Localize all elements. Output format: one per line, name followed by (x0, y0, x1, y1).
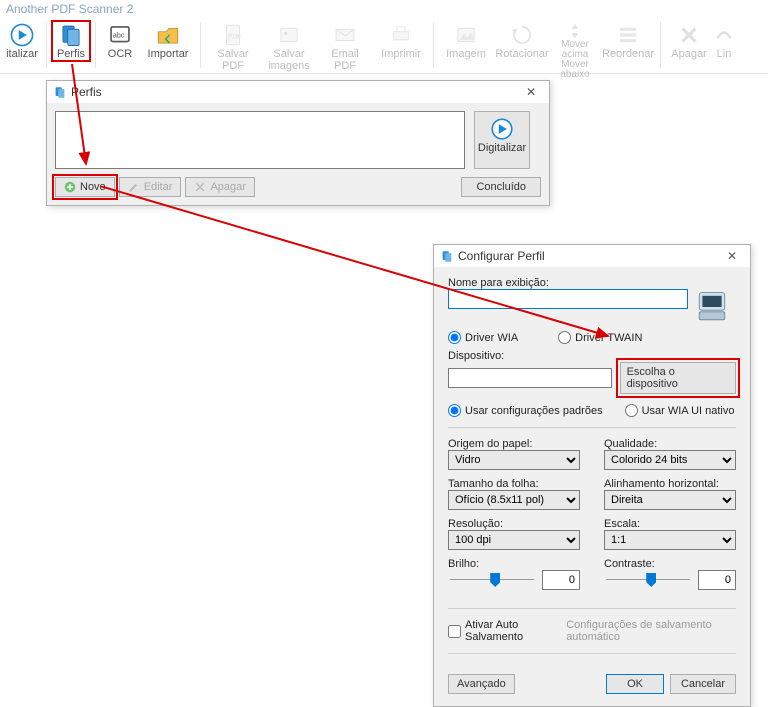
play-circle-icon (9, 22, 35, 48)
mover-button[interactable]: Mover acimaMover abaixo (550, 20, 600, 82)
reordenar-button[interactable]: Reordenar (600, 20, 656, 62)
escala-select[interactable]: 1:1 (604, 530, 736, 550)
import-icon (155, 22, 181, 48)
perfis-dialog-title: Perfis (71, 85, 102, 99)
origem-label: Origem do papel: (448, 438, 580, 450)
salvar-pdf-button[interactable]: PDF Salvar PDF (205, 20, 261, 74)
concluido-button[interactable]: Concluído (461, 177, 541, 197)
clear-icon (711, 22, 737, 48)
profiles-icon (53, 85, 67, 99)
tamanho-label: Tamanho da folha: (448, 478, 580, 490)
perfis-dialog: Perfis ✕ Digitalizar Novo Editar Apagar (46, 80, 550, 206)
escala-label: Escala: (604, 518, 736, 530)
nome-input[interactable] (448, 289, 688, 309)
editar-button[interactable]: Editar (119, 177, 182, 197)
usar-wia-nativo-radio[interactable]: Usar WIA UI nativo (625, 404, 735, 417)
brilho-value[interactable] (542, 570, 580, 590)
close-button[interactable]: ✕ (519, 85, 543, 99)
resolucao-select[interactable]: 100 dpi (448, 530, 580, 550)
driver-twain-radio[interactable]: Driver TWAIN (558, 331, 642, 344)
profiles-icon (440, 249, 454, 263)
resolucao-label: Resolução: (448, 518, 580, 530)
close-button[interactable]: ✕ (720, 249, 744, 263)
contraste-label: Contraste: (604, 558, 736, 570)
svg-text:PDF: PDF (228, 33, 241, 40)
auto-salvamento-config-link: Configurações de salvamento automático (566, 619, 736, 643)
usar-padroes-radio[interactable]: Usar configurações padrões (448, 404, 603, 417)
digitalizar-button[interactable]: italizar (2, 20, 42, 62)
novo-button[interactable]: Novo (55, 177, 115, 197)
play-circle-icon (489, 116, 515, 142)
qualidade-label: Qualidade: (604, 438, 736, 450)
rotate-icon (509, 22, 535, 48)
dispositivo-input[interactable] (448, 368, 612, 388)
delete-icon (676, 22, 702, 48)
brilho-label: Brilho: (448, 558, 580, 570)
imprimir-button[interactable]: Imprimir (373, 20, 429, 62)
nome-label: Nome para exibição: (448, 277, 736, 289)
delete-icon (194, 181, 206, 193)
images-icon (276, 22, 302, 48)
scanner-icon (696, 289, 728, 325)
driver-wia-radio[interactable]: Driver WIA (448, 331, 518, 344)
profiles-icon (58, 22, 84, 48)
dispositivo-label: Dispositivo: (448, 350, 736, 362)
cancelar-button[interactable]: Cancelar (670, 674, 736, 694)
contraste-value[interactable] (698, 570, 736, 590)
profiles-listbox[interactable] (55, 111, 465, 169)
pencil-icon (128, 181, 140, 193)
alinhamento-label: Alinhamento horizontal: (604, 478, 736, 490)
escolha-dispositivo-button[interactable]: Escolha o dispositivo (620, 362, 736, 394)
ribbon-toolbar: italizar Perfis abc OCR Importar PDF Sal… (0, 18, 768, 74)
origem-select[interactable]: Vidro (448, 450, 580, 470)
salvar-imagens-button[interactable]: Salvar imagens (261, 20, 317, 74)
contraste-slider[interactable] (604, 570, 692, 590)
qualidade-select[interactable]: Colorido 24 bits (604, 450, 736, 470)
svg-text:abc: abc (113, 30, 125, 39)
config-dialog: Configurar Perfil ✕ Nome para exibição: … (433, 244, 751, 707)
print-icon (388, 22, 414, 48)
rotacionar-button[interactable]: Rotacionar (494, 20, 550, 62)
perfis-button[interactable]: Perfis (51, 20, 91, 62)
image-icon (453, 22, 479, 48)
ocr-icon: abc (107, 22, 133, 48)
move-updown-icon (566, 22, 584, 40)
ok-button[interactable]: OK (606, 674, 664, 694)
alinhamento-select[interactable]: Direita (604, 490, 736, 510)
config-dialog-title: Configurar Perfil (458, 249, 545, 263)
auto-salvamento-checkbox[interactable]: Ativar Auto Salvamento (448, 619, 558, 643)
apagar-button[interactable]: Apagar (665, 20, 713, 62)
avancado-button[interactable]: Avançado (448, 674, 515, 694)
lin-button[interactable]: Lin (713, 20, 735, 62)
email-icon (332, 22, 358, 48)
ocr-button[interactable]: abc OCR (100, 20, 140, 62)
email-pdf-button[interactable]: Email PDF (317, 20, 373, 74)
importar-button[interactable]: Importar (140, 20, 196, 62)
pdf-icon: PDF (220, 22, 246, 48)
digitalizar-panel-button[interactable]: Digitalizar (474, 111, 530, 169)
app-title: Another PDF Scanner 2 (0, 0, 768, 18)
imagem-button[interactable]: Imagem (438, 20, 494, 62)
brilho-slider[interactable] (448, 570, 536, 590)
add-icon (64, 181, 76, 193)
tamanho-select[interactable]: Ofício (8.5x11 pol) (448, 490, 580, 510)
reorder-icon (615, 22, 641, 48)
apagar-profile-button[interactable]: Apagar (185, 177, 254, 197)
